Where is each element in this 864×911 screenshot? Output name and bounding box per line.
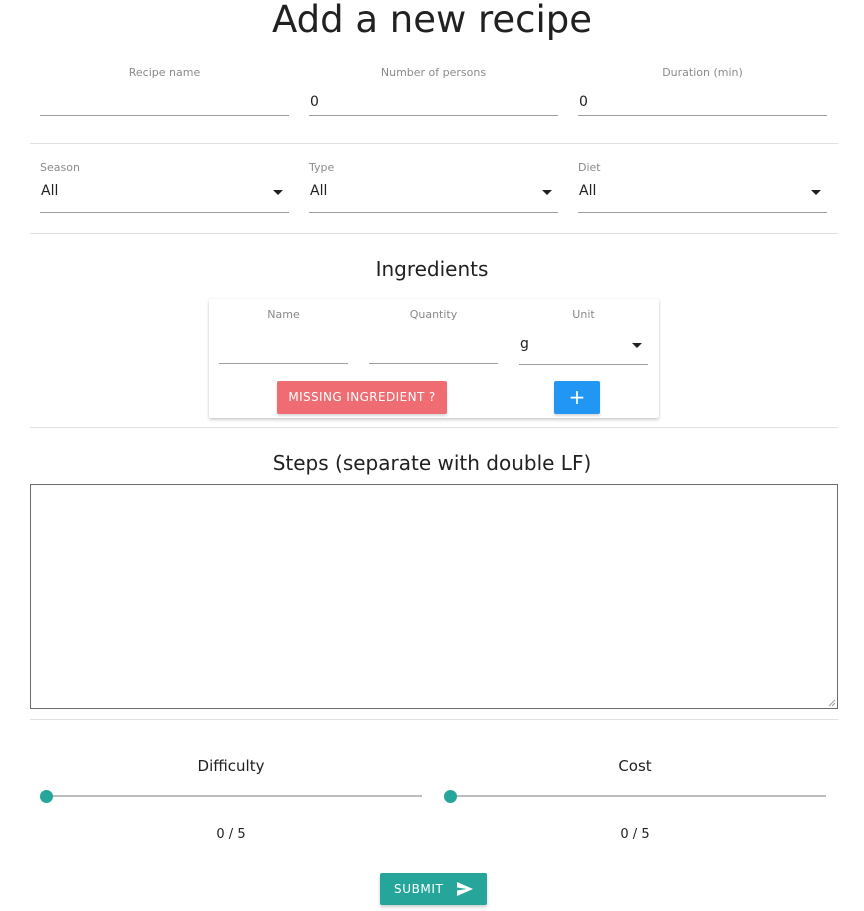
ingredient-name-field[interactable]: Name — [219, 308, 348, 365]
submit-button[interactable]: SUBMIT — [380, 873, 487, 905]
recipe-name-field[interactable]: Recipe name — [40, 66, 289, 122]
duration-label: Duration (min) — [662, 66, 743, 79]
cost-label: Cost — [618, 757, 652, 775]
ingredient-unit-label: Unit — [572, 308, 595, 321]
season-label: Season — [40, 161, 80, 174]
dropdown-arrow-icon[interactable] — [811, 190, 821, 195]
cost-value: 0 / 5 — [620, 827, 650, 842]
ingredient-quantity-field[interactable]: Quantity — [369, 308, 498, 365]
ingredient-unit-value[interactable]: g — [519, 330, 648, 365]
missing-ingredient-button[interactable]: MISSING INGREDIENT ? — [277, 381, 447, 414]
ingredients-title: Ingredients — [375, 257, 489, 281]
ingredient-quantity-label: Quantity — [409, 308, 458, 321]
steps-title: Steps (separate with double LF) — [272, 451, 592, 475]
submit-label: SUBMIT — [394, 882, 444, 896]
season-select[interactable]: Season All — [40, 161, 289, 213]
difficulty-slider[interactable] — [40, 795, 422, 797]
dropdown-arrow-icon[interactable] — [542, 190, 552, 195]
diet-select[interactable]: Diet All — [578, 161, 827, 213]
steps-textarea[interactable] — [30, 484, 838, 709]
recipe-name-input[interactable] — [40, 88, 289, 116]
type-select[interactable]: Type All — [309, 161, 558, 213]
difficulty-slider-thumb[interactable] — [40, 790, 53, 803]
ingredient-quantity-input[interactable] — [369, 336, 498, 364]
number-of-persons-input[interactable]: 0 — [309, 88, 558, 116]
duration-field[interactable]: Duration (min) 0 — [578, 66, 827, 122]
divider — [30, 427, 838, 428]
send-icon — [457, 882, 473, 896]
dropdown-arrow-icon[interactable] — [632, 343, 642, 348]
difficulty-value: 0 / 5 — [216, 827, 246, 842]
resize-grip-icon[interactable] — [828, 699, 836, 707]
difficulty-label: Difficulty — [197, 757, 265, 775]
number-of-persons-label: Number of persons — [380, 66, 487, 79]
divider — [30, 143, 838, 144]
cost-slider[interactable] — [444, 795, 826, 797]
ingredient-unit-select[interactable]: Unit g — [519, 308, 648, 365]
divider — [30, 233, 838, 234]
diet-label: Diet — [578, 161, 601, 174]
add-ingredient-button[interactable]: + — [554, 381, 600, 414]
diet-value[interactable]: All — [578, 177, 827, 213]
duration-input[interactable]: 0 — [578, 88, 827, 116]
ingredient-name-input[interactable] — [219, 336, 348, 364]
ingredient-name-label: Name — [267, 308, 300, 321]
recipe-name-label: Recipe name — [128, 66, 201, 79]
type-value[interactable]: All — [309, 177, 558, 213]
cost-slider-thumb[interactable] — [444, 790, 457, 803]
page-title: Add a new recipe — [271, 0, 593, 41]
number-of-persons-field[interactable]: Number of persons 0 — [309, 66, 558, 122]
divider — [30, 719, 838, 720]
dropdown-arrow-icon[interactable] — [273, 190, 283, 195]
season-value[interactable]: All — [40, 177, 289, 213]
type-label: Type — [309, 161, 335, 174]
